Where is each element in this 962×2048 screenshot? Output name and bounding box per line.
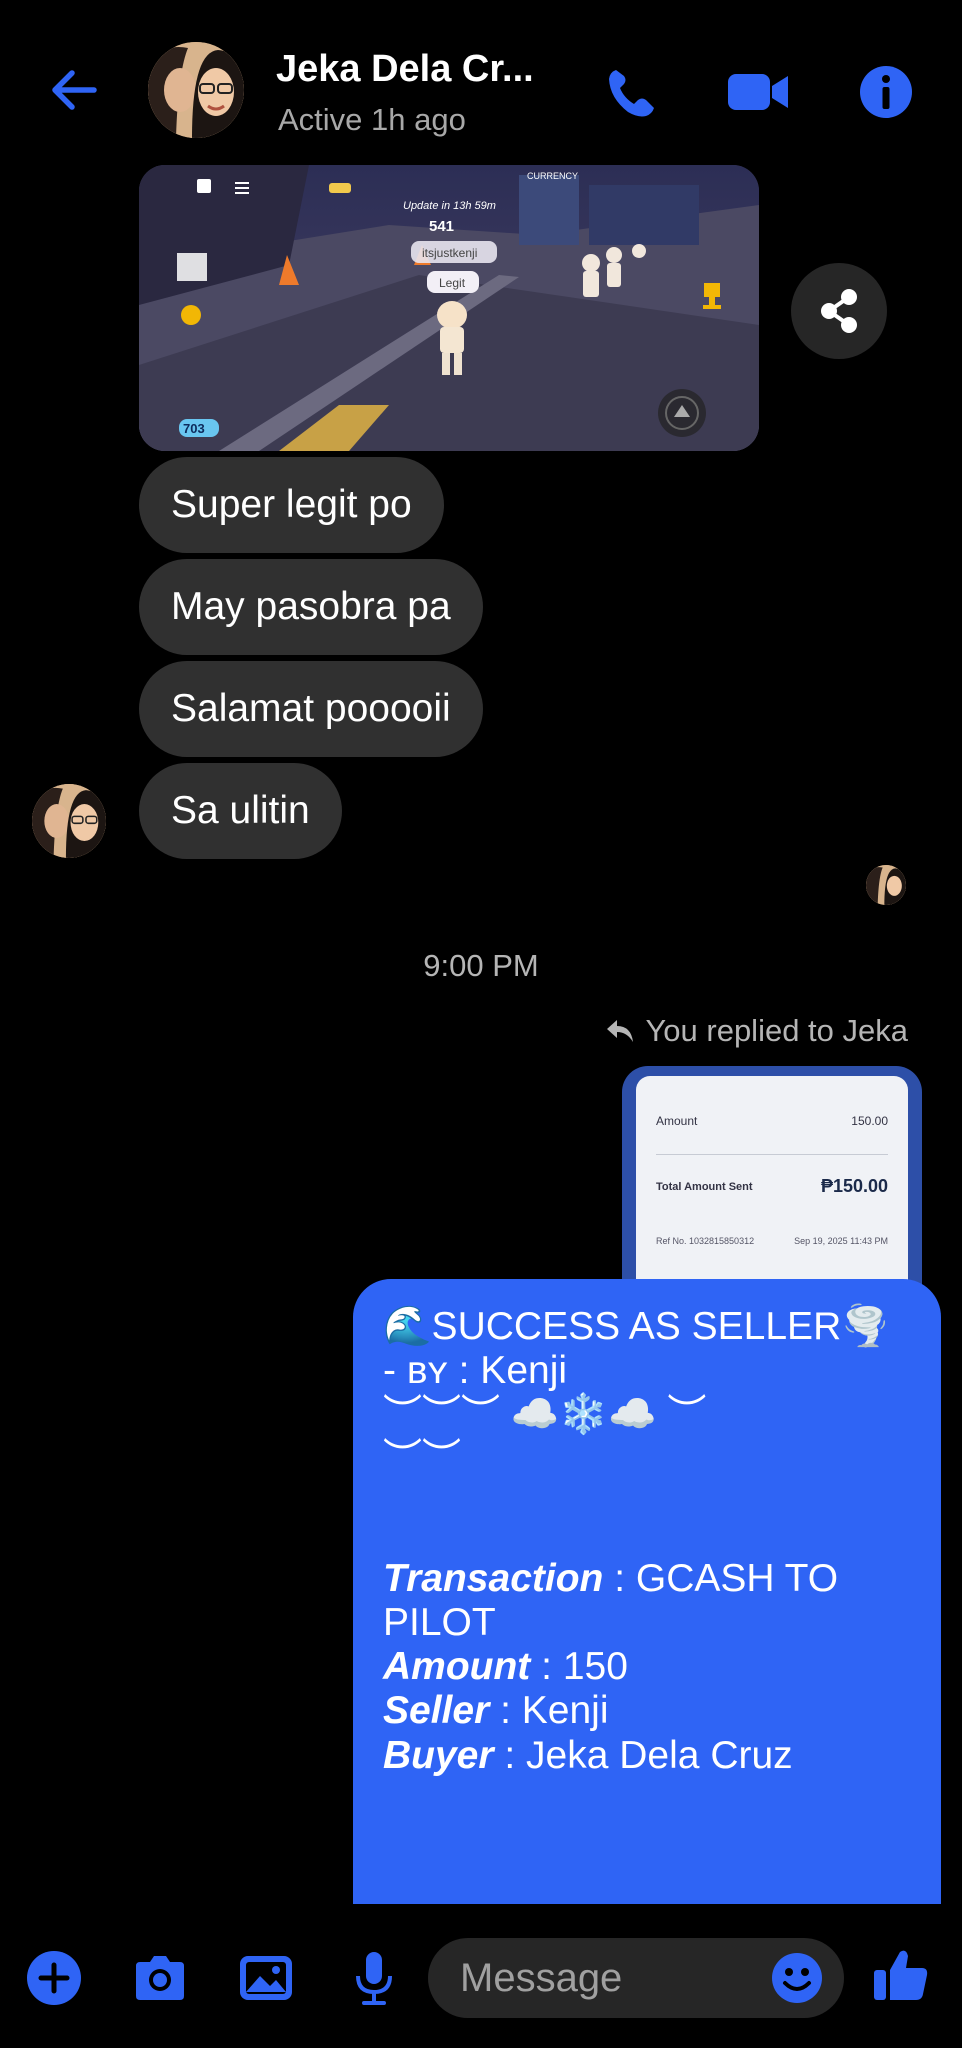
game-update-timer: Update in 13h 59m bbox=[403, 200, 496, 212]
sender-avatar[interactable] bbox=[32, 784, 106, 858]
seller-value: : Kenji bbox=[489, 1689, 609, 1733]
message-line: ︶︶ bbox=[383, 1437, 462, 1481]
phone-icon[interactable] bbox=[602, 64, 662, 120]
game-update-count: 541 bbox=[429, 218, 454, 235]
receipt-total-value: ₱150.00 bbox=[820, 1176, 888, 1196]
player-chat-tag: Legit bbox=[439, 276, 466, 290]
incoming-message[interactable]: Salamat pooooii bbox=[139, 661, 483, 757]
back-arrow-icon[interactable] bbox=[46, 62, 102, 118]
incoming-message[interactable]: Super legit po bbox=[139, 457, 444, 553]
video-camera-icon[interactable] bbox=[726, 64, 792, 120]
transaction-label: Transaction bbox=[383, 1557, 604, 1601]
message-timestamp: 9:00 PM bbox=[423, 948, 539, 983]
camera-icon[interactable] bbox=[130, 1948, 190, 2008]
receipt-amount-label: Amount bbox=[656, 1114, 698, 1128]
message-line: ︶︶︶ ☁️❄️☁️ ︶ bbox=[383, 1393, 707, 1437]
incoming-message[interactable]: May pasobra pa bbox=[139, 559, 483, 655]
outgoing-message[interactable]: 🌊SUCCESS AS SELLER🌪️ - ʙʏ : Kenji ︶︶︶ ☁️… bbox=[353, 1279, 941, 1904]
receipt-ref-date: Sep 19, 2025 11:43 PM bbox=[794, 1236, 888, 1246]
player-name-tag: itsjustkenji bbox=[422, 246, 477, 260]
seller-line: Seller : Kenji bbox=[383, 1689, 911, 1733]
gallery-icon[interactable] bbox=[236, 1948, 296, 2008]
thumbs-up-icon[interactable] bbox=[870, 1944, 932, 2006]
message-line: - ʙʏ : Kenji bbox=[383, 1349, 568, 1393]
share-icon bbox=[821, 289, 857, 333]
receipt-total-row: Total Amount Sent ₱150.00 bbox=[656, 1176, 888, 1197]
game-screenshot-image[interactable]: Update in 13h 59m 541 CURRENCY itsjustke… bbox=[139, 165, 759, 451]
seen-receipt-avatar bbox=[866, 865, 906, 905]
buyer-label: Buyer bbox=[383, 1733, 494, 1777]
buyer-value: : Jeka Dela Cruz bbox=[493, 1733, 793, 1777]
receipt-ref-number: Ref No. 1032815850312 bbox=[656, 1236, 755, 1246]
share-button[interactable] bbox=[791, 263, 887, 359]
reply-indicator: You replied to Jeka bbox=[605, 1013, 908, 1049]
contact-avatar[interactable] bbox=[148, 42, 244, 138]
receipt-amount-row: Amount 150.00 bbox=[656, 1114, 888, 1128]
receipt-total-label: Total Amount Sent bbox=[656, 1180, 753, 1193]
contact-name[interactable]: Jeka Dela Cr... bbox=[276, 48, 534, 91]
message-composer bbox=[0, 1904, 962, 2048]
transaction-line: Transaction : GCASH TO PILOT bbox=[383, 1557, 911, 1645]
amount-line: Amount : 150 bbox=[383, 1645, 911, 1689]
message-line: 🌊SUCCESS AS SELLER🌪️ bbox=[383, 1305, 890, 1348]
amount-value: : 150 bbox=[530, 1645, 628, 1689]
reply-indicator-text: You replied to Jeka bbox=[645, 1013, 908, 1048]
microphone-icon[interactable] bbox=[344, 1948, 404, 2008]
seller-label: Seller bbox=[383, 1689, 490, 1733]
game-hud-label: CURRENCY bbox=[527, 171, 578, 181]
emoji-icon[interactable] bbox=[770, 1951, 824, 2005]
gem-count: 703 bbox=[183, 421, 205, 436]
plus-icon[interactable] bbox=[24, 1948, 84, 2008]
buyer-line: Buyer : Jeka Dela Cruz bbox=[383, 1734, 911, 1778]
active-status: Active 1h ago bbox=[278, 102, 466, 137]
receipt-amount-value: 150.00 bbox=[851, 1114, 888, 1128]
amount-label: Amount bbox=[383, 1645, 531, 1689]
info-icon[interactable] bbox=[858, 64, 914, 120]
incoming-message[interactable]: Sa ulitin bbox=[139, 763, 342, 859]
reply-arrow-icon bbox=[607, 1020, 634, 1042]
receipt-ref-row: Ref No. 1032815850312 Sep 19, 2025 11:43… bbox=[656, 1236, 888, 1246]
conversation-header: Jeka Dela Cr... Active 1h ago bbox=[0, 0, 962, 150]
